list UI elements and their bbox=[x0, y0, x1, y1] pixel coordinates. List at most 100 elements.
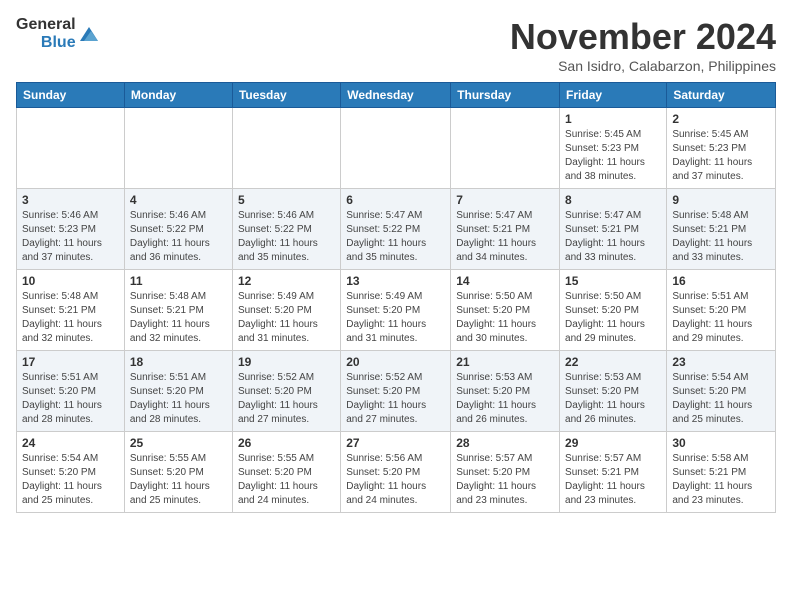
calendar-cell: 9 Sunrise: 5:48 AM Sunset: 5:21 PM Daylig… bbox=[667, 189, 776, 270]
day-number: 9 bbox=[672, 193, 770, 207]
day-info: Sunrise: 5:56 AM Sunset: 5:20 PM Dayligh… bbox=[346, 452, 445, 508]
day-info: Sunrise: 5:47 AM Sunset: 5:22 PM Dayligh… bbox=[346, 209, 445, 265]
calendar-cell bbox=[124, 108, 232, 189]
day-number: 6 bbox=[346, 193, 445, 207]
day-info: Sunrise: 5:48 AM Sunset: 5:21 PM Dayligh… bbox=[22, 290, 119, 346]
calendar-table: SundayMondayTuesdayWednesdayThursdayFrid… bbox=[16, 82, 776, 513]
day-number: 26 bbox=[238, 436, 335, 450]
day-info: Sunrise: 5:55 AM Sunset: 5:20 PM Dayligh… bbox=[130, 452, 227, 508]
calendar-cell: 5Sunrise: 5:46 AM Sunset: 5:22 PM Daylig… bbox=[232, 189, 340, 270]
calendar-cell: 1 Sunrise: 5:45 AM Sunset: 5:23 PM Daylig… bbox=[560, 108, 667, 189]
day-number: 28 bbox=[456, 436, 554, 450]
day-number: 25 bbox=[130, 436, 227, 450]
day-info: Sunrise: 5:47 AM Sunset: 5:21 PM Dayligh… bbox=[565, 209, 661, 265]
calendar-cell: 13 Sunrise: 5:49 AM Sunset: 5:20 PM Dayli… bbox=[341, 270, 451, 351]
day-info: Sunrise: 5:53 AM Sunset: 5:20 PM Dayligh… bbox=[565, 371, 661, 427]
calendar-cell bbox=[17, 108, 125, 189]
day-number: 1 bbox=[565, 112, 661, 126]
calendar-cell: 10 Sunrise: 5:48 AM Sunset: 5:21 PM Dayli… bbox=[17, 270, 125, 351]
calendar-cell: 28 Sunrise: 5:57 AM Sunset: 5:20 PM Dayli… bbox=[451, 432, 560, 513]
day-number: 23 bbox=[672, 355, 770, 369]
day-info: Sunrise: 5:49 AM Sunset: 5:20 PM Dayligh… bbox=[346, 290, 445, 346]
day-number: 8 bbox=[565, 193, 661, 207]
calendar-week-row: 24 Sunrise: 5:54 AM Sunset: 5:20 PM Dayli… bbox=[17, 432, 776, 513]
calendar-cell: 16 Sunrise: 5:51 AM Sunset: 5:20 PM Dayli… bbox=[667, 270, 776, 351]
calendar-cell: 23 Sunrise: 5:54 AM Sunset: 5:20 PM Dayli… bbox=[667, 351, 776, 432]
day-number: 30 bbox=[672, 436, 770, 450]
calendar-cell bbox=[341, 108, 451, 189]
day-number: 14 bbox=[456, 274, 554, 288]
day-number: 19 bbox=[238, 355, 335, 369]
calendar-cell: 22 Sunrise: 5:53 AM Sunset: 5:20 PM Dayli… bbox=[560, 351, 667, 432]
day-number: 16 bbox=[672, 274, 770, 288]
calendar-cell: 29Sunrise: 5:57 AM Sunset: 5:21 PM Dayli… bbox=[560, 432, 667, 513]
day-info: Sunrise: 5:45 AM Sunset: 5:23 PM Dayligh… bbox=[565, 128, 661, 184]
day-info: Sunrise: 5:48 AM Sunset: 5:21 PM Dayligh… bbox=[130, 290, 227, 346]
calendar-cell: 25 Sunrise: 5:55 AM Sunset: 5:20 PM Dayli… bbox=[124, 432, 232, 513]
header-thursday: Thursday bbox=[451, 83, 560, 108]
day-number: 10 bbox=[22, 274, 119, 288]
header-friday: Friday bbox=[560, 83, 667, 108]
day-number: 5 bbox=[238, 193, 335, 207]
calendar-cell: 3 Sunrise: 5:46 AM Sunset: 5:23 PM Daylig… bbox=[17, 189, 125, 270]
day-info: Sunrise: 5:52 AM Sunset: 5:20 PM Dayligh… bbox=[238, 371, 335, 427]
month-title: November 2024 bbox=[510, 16, 776, 58]
day-number: 20 bbox=[346, 355, 445, 369]
day-info: Sunrise: 5:58 AM Sunset: 5:21 PM Dayligh… bbox=[672, 452, 770, 508]
calendar-cell: 7 Sunrise: 5:47 AM Sunset: 5:21 PM Daylig… bbox=[451, 189, 560, 270]
day-number: 3 bbox=[22, 193, 119, 207]
calendar-cell: 20Sunrise: 5:52 AM Sunset: 5:20 PM Dayli… bbox=[341, 351, 451, 432]
calendar-cell: 4 Sunrise: 5:46 AM Sunset: 5:22 PM Daylig… bbox=[124, 189, 232, 270]
header-tuesday: Tuesday bbox=[232, 83, 340, 108]
day-number: 22 bbox=[565, 355, 661, 369]
calendar-week-row: 10 Sunrise: 5:48 AM Sunset: 5:21 PM Dayli… bbox=[17, 270, 776, 351]
calendar-cell: 11 Sunrise: 5:48 AM Sunset: 5:21 PM Dayli… bbox=[124, 270, 232, 351]
calendar-week-row: 17Sunrise: 5:51 AM Sunset: 5:20 PM Dayli… bbox=[17, 351, 776, 432]
calendar-cell: 26 Sunrise: 5:55 AM Sunset: 5:20 PM Dayli… bbox=[232, 432, 340, 513]
day-number: 24 bbox=[22, 436, 119, 450]
day-number: 11 bbox=[130, 274, 227, 288]
day-info: Sunrise: 5:54 AM Sunset: 5:20 PM Dayligh… bbox=[22, 452, 119, 508]
day-info: Sunrise: 5:48 AM Sunset: 5:21 PM Dayligh… bbox=[672, 209, 770, 265]
day-info: Sunrise: 5:51 AM Sunset: 5:20 PM Dayligh… bbox=[130, 371, 227, 427]
logo: General Blue bbox=[16, 16, 98, 51]
day-info: Sunrise: 5:50 AM Sunset: 5:20 PM Dayligh… bbox=[456, 290, 554, 346]
calendar-cell: 18Sunrise: 5:51 AM Sunset: 5:20 PM Dayli… bbox=[124, 351, 232, 432]
location: San Isidro, Calabarzon, Philippines bbox=[510, 58, 776, 74]
calendar-cell: 12Sunrise: 5:49 AM Sunset: 5:20 PM Dayli… bbox=[232, 270, 340, 351]
calendar-week-row: 3 Sunrise: 5:46 AM Sunset: 5:23 PM Daylig… bbox=[17, 189, 776, 270]
calendar-cell: 19 Sunrise: 5:52 AM Sunset: 5:20 PM Dayli… bbox=[232, 351, 340, 432]
calendar-cell: 27 Sunrise: 5:56 AM Sunset: 5:20 PM Dayli… bbox=[341, 432, 451, 513]
day-info: Sunrise: 5:46 AM Sunset: 5:22 PM Dayligh… bbox=[130, 209, 227, 265]
day-info: Sunrise: 5:57 AM Sunset: 5:20 PM Dayligh… bbox=[456, 452, 554, 508]
day-number: 29 bbox=[565, 436, 661, 450]
day-number: 4 bbox=[130, 193, 227, 207]
day-number: 27 bbox=[346, 436, 445, 450]
header-wednesday: Wednesday bbox=[341, 83, 451, 108]
day-info: Sunrise: 5:55 AM Sunset: 5:20 PM Dayligh… bbox=[238, 452, 335, 508]
day-number: 7 bbox=[456, 193, 554, 207]
calendar-cell: 8 Sunrise: 5:47 AM Sunset: 5:21 PM Daylig… bbox=[560, 189, 667, 270]
day-info: Sunrise: 5:46 AM Sunset: 5:23 PM Dayligh… bbox=[22, 209, 119, 265]
day-info: Sunrise: 5:49 AM Sunset: 5:20 PM Dayligh… bbox=[238, 290, 335, 346]
calendar-cell: 2Sunrise: 5:45 AM Sunset: 5:23 PM Daylig… bbox=[667, 108, 776, 189]
day-info: Sunrise: 5:51 AM Sunset: 5:20 PM Dayligh… bbox=[672, 290, 770, 346]
calendar-cell: 15Sunrise: 5:50 AM Sunset: 5:20 PM Dayli… bbox=[560, 270, 667, 351]
day-number: 13 bbox=[346, 274, 445, 288]
day-info: Sunrise: 5:47 AM Sunset: 5:21 PM Dayligh… bbox=[456, 209, 554, 265]
calendar-cell: 6 Sunrise: 5:47 AM Sunset: 5:22 PM Daylig… bbox=[341, 189, 451, 270]
header-saturday: Saturday bbox=[667, 83, 776, 108]
day-number: 2 bbox=[672, 112, 770, 126]
day-info: Sunrise: 5:50 AM Sunset: 5:20 PM Dayligh… bbox=[565, 290, 661, 346]
calendar-header-row: SundayMondayTuesdayWednesdayThursdayFrid… bbox=[17, 83, 776, 108]
calendar-cell bbox=[451, 108, 560, 189]
day-info: Sunrise: 5:54 AM Sunset: 5:20 PM Dayligh… bbox=[672, 371, 770, 427]
title-area: November 2024 San Isidro, Calabarzon, Ph… bbox=[510, 16, 776, 74]
day-info: Sunrise: 5:51 AM Sunset: 5:20 PM Dayligh… bbox=[22, 371, 119, 427]
logo-general: General bbox=[16, 16, 76, 34]
header-monday: Monday bbox=[124, 83, 232, 108]
calendar-cell: 24 Sunrise: 5:54 AM Sunset: 5:20 PM Dayli… bbox=[17, 432, 125, 513]
calendar-cell: 30 Sunrise: 5:58 AM Sunset: 5:21 PM Dayli… bbox=[667, 432, 776, 513]
logo-blue: Blue bbox=[41, 34, 76, 52]
calendar-week-row: 1 Sunrise: 5:45 AM Sunset: 5:23 PM Daylig… bbox=[17, 108, 776, 189]
